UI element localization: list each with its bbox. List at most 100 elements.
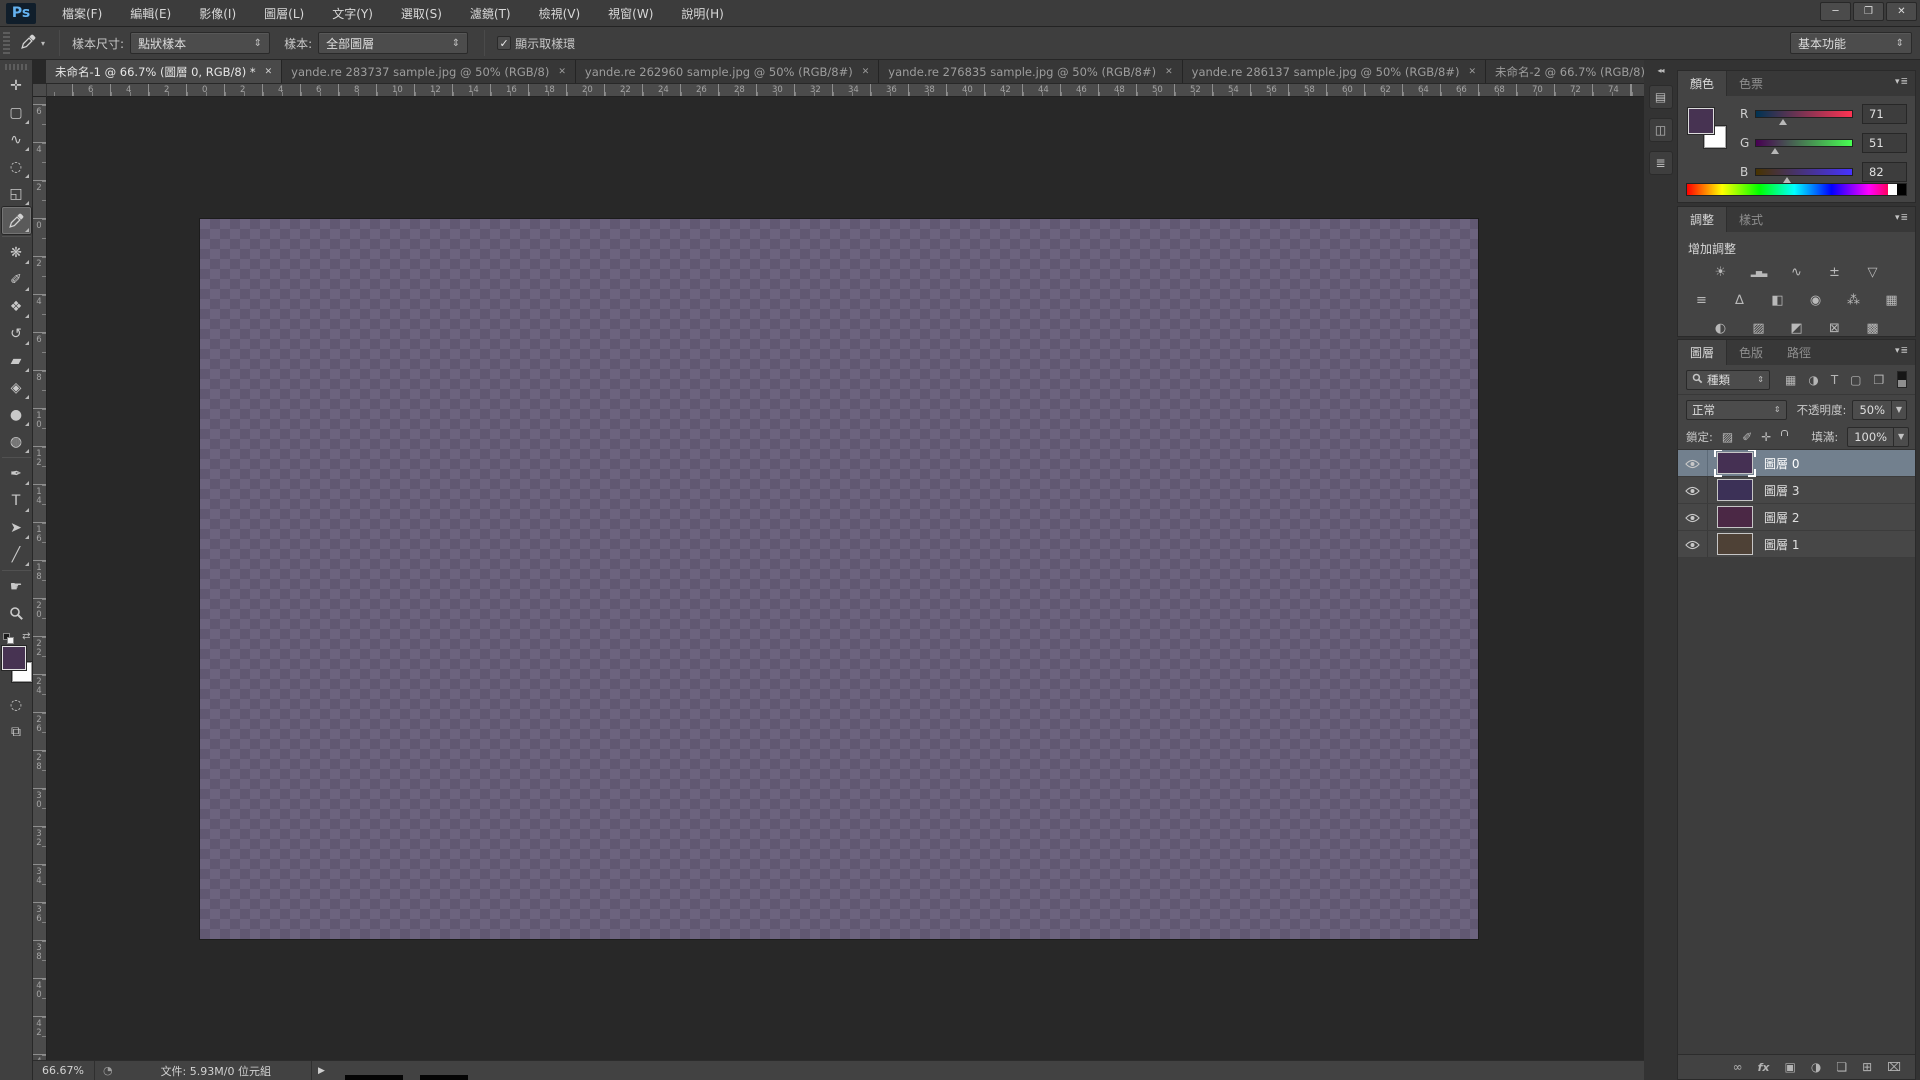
sample-dropdown[interactable]: 全部圖層 ⇕ [318,32,468,54]
layer-filter-toggle[interactable] [1897,371,1907,388]
filter-adjustment-layers-icon[interactable]: ◑ [1808,373,1818,387]
channel-slider[interactable] [1755,168,1853,176]
eyedropper-tool[interactable] [2,207,31,234]
threshold-icon[interactable]: ◩ [1785,319,1809,338]
close-tab-icon[interactable]: ✕ [1468,67,1476,77]
lock-position-icon[interactable]: ✛ [1761,430,1771,444]
tool-preset-picker[interactable]: ▾ [10,33,51,53]
chevron-down-icon[interactable]: ▼ [1894,427,1909,447]
channel-value-field[interactable]: 51 [1862,133,1907,153]
blur-tool[interactable]: ● [2,401,31,428]
foreground-color-swatch[interactable] [2,646,26,670]
menu-item-圖層[interactable]: 圖層(L) [250,0,318,26]
quick-mask-button[interactable]: ◌ [2,691,31,718]
document-tab[interactable]: yande.re 286137 sample.jpg @ 50% (RGB/8#… [1183,60,1486,83]
layer-name[interactable]: 圖層 2 [1764,509,1799,526]
close-tab-icon[interactable]: ✕ [862,67,870,77]
sample-size-dropdown[interactable]: 點狀樣本 ⇕ [130,32,270,54]
layer-name[interactable]: 圖層 1 [1764,536,1799,553]
path-selection-tool[interactable]: ➤ [2,514,31,541]
white-swatch[interactable] [1888,184,1897,195]
close-tab-icon[interactable]: ✕ [558,67,566,77]
screen-mode-button[interactable]: ⧉ [2,718,31,745]
quick-selection-tool[interactable]: ◌ [2,153,31,180]
history-brush-tool[interactable]: ↺ [2,320,31,347]
channel-slider[interactable] [1755,139,1853,147]
channel-value-field[interactable]: 82 [1862,162,1907,182]
channel-slider[interactable] [1755,110,1853,118]
close-tab-icon[interactable]: ✕ [1165,67,1173,77]
channel-mixer-icon[interactable]: ⁂ [1842,291,1866,310]
panel-menu-icon[interactable]: ▾≣ [1895,213,1909,223]
collapsed-history-panel-icon[interactable]: ▤ [1649,85,1673,109]
color-lookup-icon[interactable]: ▦ [1880,291,1904,310]
layer-thumbnail[interactable] [1717,533,1753,555]
workspace-switcher[interactable]: 基本功能 ⇕ [1790,32,1912,54]
panel-tab-調整[interactable]: 調整 [1678,207,1727,232]
toolbar-grip[interactable] [5,64,27,70]
foreground-color-swatch[interactable] [1688,108,1714,134]
filter-pixel-layers-icon[interactable]: ▦ [1785,373,1796,387]
lock-paint-icon[interactable]: ✐ [1742,430,1752,444]
eraser-tool[interactable]: ▰ [2,347,31,374]
menu-item-濾鏡[interactable]: 濾鏡(T) [456,0,525,26]
panel-tab-路徑[interactable]: 路徑 [1775,340,1823,365]
layer-row[interactable]: 圖層 3 [1678,477,1915,504]
add-layer-mask-icon[interactable]: ▣ [1785,1060,1796,1074]
line-tool[interactable]: ╱ [2,541,31,568]
ruler-origin-corner[interactable] [33,84,47,97]
close-button[interactable]: ✕ [1886,2,1917,21]
lock-transparency-icon[interactable]: ▨ [1722,430,1733,444]
menu-item-說明[interactable]: 說明(H) [667,0,737,26]
move-tool[interactable]: ✛ [2,72,31,99]
document-canvas[interactable] [200,219,1478,939]
close-tab-icon[interactable]: ✕ [265,67,273,77]
panel-tab-顏色[interactable]: 顏色 [1678,71,1727,96]
layer-visibility-toggle[interactable] [1678,504,1708,530]
document-tab[interactable]: yande.re 276835 sample.jpg @ 50% (RGB/8#… [879,60,1182,83]
slider-thumb[interactable] [1779,119,1787,125]
layer-thumbnail[interactable] [1717,506,1753,528]
menu-item-檢視[interactable]: 檢視(V) [525,0,595,26]
panel-tab-色版[interactable]: 色版 [1727,340,1775,365]
zoom-level-field[interactable]: 66.67% [33,1061,95,1080]
color-spectrum-ramp[interactable] [1686,183,1907,196]
channel-value-field[interactable]: 71 [1862,104,1907,124]
crop-tool[interactable]: ◱ [2,180,31,207]
invert-icon[interactable]: ◐ [1709,319,1733,338]
panel-tab-圖層[interactable]: 圖層 [1678,340,1727,365]
filter-type-layers-icon[interactable]: T [1831,373,1838,387]
restore-button[interactable]: ❐ [1853,2,1884,21]
clone-stamp-tool[interactable]: ❖ [2,293,31,320]
brightness-contrast-icon[interactable]: ☀ [1709,263,1733,282]
gradient-map-icon[interactable]: ⊠ [1823,319,1847,338]
color-balance-icon[interactable]: ∆ [1728,291,1752,310]
rectangular-marquee-tool[interactable]: ▢ [2,99,31,126]
expand-panels-button[interactable]: ◂◂ [1657,66,1663,75]
menu-item-影像[interactable]: 影像(I) [185,0,250,26]
fill-value[interactable]: 100% [1847,427,1894,447]
link-layers-icon[interactable]: ∞ [1733,1060,1743,1074]
photo-filter-icon[interactable]: ◉ [1804,291,1828,310]
menu-item-文字[interactable]: 文字(Y) [318,0,387,26]
new-layer-icon[interactable]: ⊞ [1862,1060,1872,1074]
posterize-icon[interactable]: ▨ [1747,319,1771,338]
menu-item-檔案[interactable]: 檔案(F) [48,0,116,26]
layer-thumbnail[interactable] [1717,452,1753,474]
swap-colors-icon[interactable]: ⇄ [22,631,30,642]
new-group-icon[interactable]: ❏ [1836,1060,1847,1074]
selective-color-icon[interactable]: ▩ [1861,319,1885,338]
panel-menu-icon[interactable]: ▾≣ [1895,77,1909,87]
layer-name[interactable]: 圖層 0 [1764,455,1799,472]
menu-item-視窗[interactable]: 視窗(W) [594,0,667,26]
layer-name[interactable]: 圖層 3 [1764,482,1799,499]
layer-row[interactable]: 圖層 1 [1678,531,1915,558]
document-tab[interactable]: 未命名-1 @ 66.7% (圖層 0, RGB/8) *✕ [46,60,282,83]
layer-style-icon[interactable]: fx [1758,1061,1770,1074]
document-tab[interactable]: yande.re 262960 sample.jpg @ 50% (RGB/8#… [576,60,879,83]
options-bar-grip[interactable] [3,32,10,54]
zoom-tool[interactable] [2,600,31,627]
menu-item-編輯[interactable]: 編輯(E) [116,0,185,26]
layer-visibility-toggle[interactable] [1678,450,1708,476]
hand-tool[interactable]: ☛ [2,573,31,600]
